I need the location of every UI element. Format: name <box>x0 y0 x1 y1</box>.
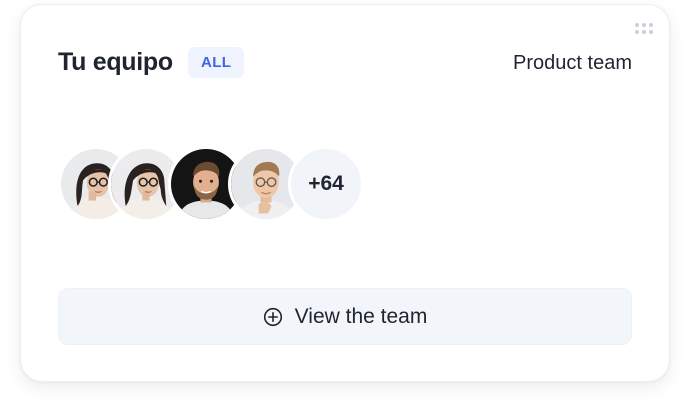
card-title: Tu equipo <box>58 48 173 76</box>
drag-handle-icon[interactable] <box>635 23 653 34</box>
filter-badge-all[interactable]: ALL <box>188 47 245 78</box>
team-name-label: Product team <box>513 52 632 74</box>
view-team-label: View the team <box>294 304 428 328</box>
team-card: Tu equipo ALL Product team +64 View the … <box>20 4 670 382</box>
view-team-button[interactable]: View the team <box>58 288 632 345</box>
more-members-counter[interactable]: +64 <box>288 146 364 222</box>
plus-circle-icon <box>263 307 283 327</box>
